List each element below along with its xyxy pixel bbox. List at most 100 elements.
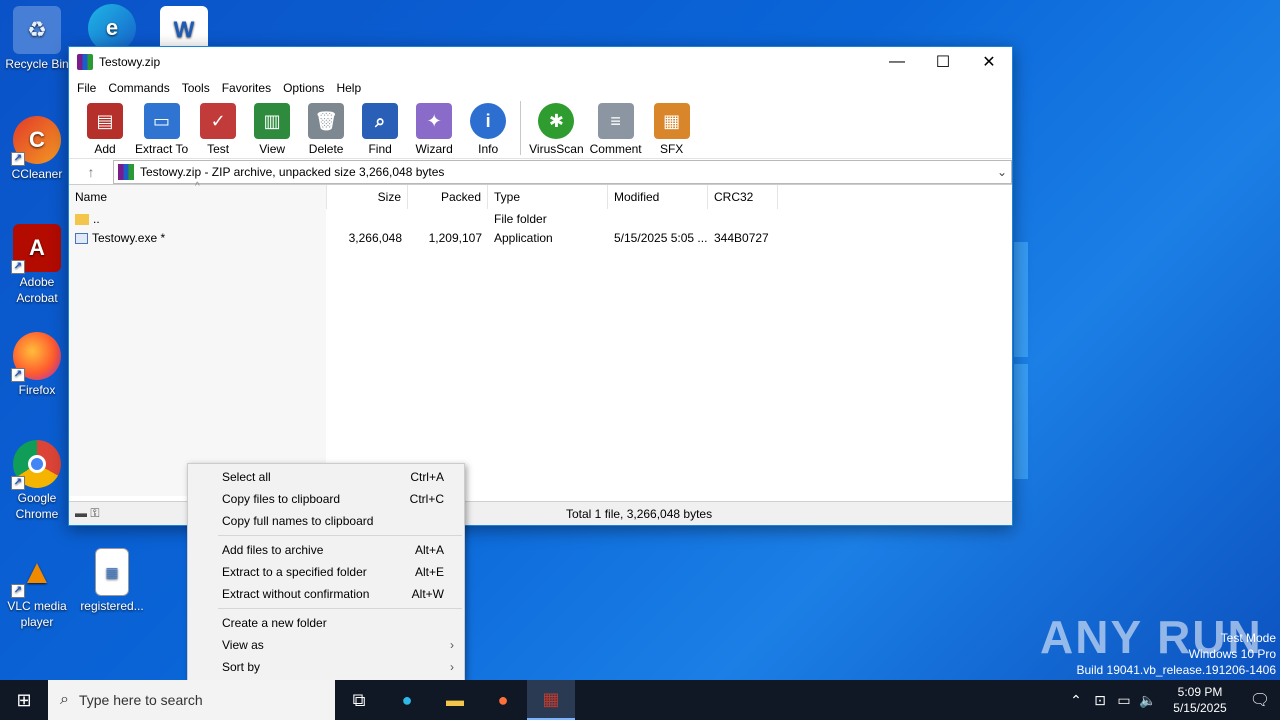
menu-item-extract-without-confirmation[interactable]: Extract without confirmation Alt+W (188, 583, 464, 605)
menu-item-label: View as (222, 638, 264, 652)
toolbar-delete-button[interactable]: 🗑 Delete (302, 99, 350, 156)
task-view-icon[interactable]: ⧉ (335, 680, 383, 720)
ccleaner-icon: C ↗ (11, 116, 61, 166)
desktop-icon-adobe-acrobat[interactable]: A ↗ Adobe Acrobat (1, 224, 73, 306)
close-button[interactable]: ✕ (966, 47, 1012, 77)
chevron-right-icon: › (450, 638, 454, 652)
menu-commands[interactable]: Commands (102, 81, 175, 95)
menu-item-view-as[interactable]: View as › (188, 634, 464, 656)
toolbar-label: Test (207, 142, 230, 156)
shortcut-arrow-icon: ↗ (11, 476, 25, 490)
file-list[interactable]: ^ Name Size Packed Type Modified CRC32 .… (69, 181, 1012, 496)
desktop-icon-label: CCleaner (11, 167, 63, 181)
toolbar-add-button[interactable]: ▤ Add (81, 99, 129, 156)
winrar-taskbar-icon[interactable]: ▦ (527, 680, 575, 720)
menu-item-label: Create a new folder (222, 616, 327, 630)
column-header-type[interactable]: Type (488, 185, 608, 209)
menu-item-label: Sort by (222, 660, 261, 674)
toolbar-wizard-button[interactable]: ✦ Wizard (410, 99, 458, 156)
virusscan-icon: ✱ (538, 103, 575, 139)
wallpaper-light-panel (1014, 364, 1028, 479)
maximize-button[interactable]: ☐ (920, 47, 966, 77)
toolbar-sfx-button[interactable]: ▦ SFX (648, 99, 696, 156)
menu-help[interactable]: Help (330, 81, 367, 95)
search-placeholder: Type here to search (78, 692, 203, 708)
vlc-icon: ▲ ↗ (11, 548, 61, 598)
view-book-icon: ▥ (254, 103, 291, 139)
table-row[interactable]: Testowy.exe * 3,266,048 1,209,107 Applic… (69, 228, 1012, 247)
desktop-icon-recycle-bin[interactable]: ♻ Recycle Bin (1, 6, 73, 72)
menu-item-select-all[interactable]: Select all Ctrl+A (188, 466, 464, 488)
menu-file[interactable]: File (71, 81, 102, 95)
firefox-taskbar-icon[interactable]: ● (479, 680, 527, 720)
desktop-icon-google-chrome[interactable]: ↗ Google Chrome (1, 440, 73, 522)
toolbar-label: Delete (308, 142, 344, 156)
shortcut-arrow-icon: ↗ (11, 368, 25, 382)
toolbar-extract-to-button[interactable]: ▭ Extract To (135, 99, 188, 156)
network-icon[interactable]: ▭ (1112, 692, 1136, 709)
row-size: 3,266,048 (348, 230, 402, 245)
chevron-up-icon[interactable]: ⌃ (1064, 692, 1088, 709)
menu-item-shortcut: Alt+E (414, 565, 444, 579)
desktop-icon-label: Recycle Bin (5, 57, 69, 71)
wizard-wand-icon: ✦ (416, 103, 453, 139)
address-field[interactable]: Testowy.zip - ZIP archive, unpacked size… (113, 159, 1012, 184)
notification-icon[interactable]: 🗨 (1240, 690, 1280, 710)
menu-item-label: Extract without confirmation (222, 587, 370, 601)
trash-icon: 🗑 (308, 103, 345, 139)
clock-time: 5:09 PM (1177, 685, 1223, 699)
toolbar-info-button[interactable]: i Info (464, 99, 512, 156)
desktop-icon-registered-file[interactable]: ▦ registered... (76, 548, 148, 614)
menu-favorites[interactable]: Favorites (216, 81, 277, 95)
desktop-icon-firefox[interactable]: ↗ Firefox (1, 332, 73, 398)
file-explorer-icon[interactable]: ▬ (431, 680, 479, 720)
taskbar-clock[interactable]: 5:09 PM 5/15/2025 (1160, 684, 1240, 716)
find-magnifier-icon: ⌕ (362, 103, 399, 139)
address-bar: ↑ Testowy.zip - ZIP archive, unpacked si… (69, 159, 1012, 185)
column-header-packed[interactable]: Packed (408, 185, 488, 209)
toolbar-test-button[interactable]: ✓ Test (194, 99, 242, 156)
edge-taskbar-icon[interactable]: ● (383, 680, 431, 720)
row-modified: 5/15/2025 5:05 ... (614, 230, 708, 245)
column-header-size[interactable]: Size (327, 185, 408, 209)
menu-item-copy-files[interactable]: Copy files to clipboard Ctrl+C (188, 488, 464, 510)
comment-icon: ≡ (597, 103, 634, 139)
toolbar-view-button[interactable]: ▥ View (248, 99, 296, 156)
security-icon[interactable]: ⊡ (1088, 692, 1112, 709)
minimize-button[interactable]: — (874, 47, 920, 77)
toolbar-find-button[interactable]: ⌕ Find (356, 99, 404, 156)
menu-item-extract-to-folder[interactable]: Extract to a specified folder Alt+E (188, 561, 464, 583)
toolbar-virusscan-button[interactable]: ✱ VirusScan (529, 99, 584, 156)
desktop-icon-label: VLC media player (7, 599, 67, 629)
context-menu: Select all Ctrl+A Copy files to clipboard… (187, 463, 465, 681)
chevron-down-icon[interactable]: ⌄ (993, 165, 1011, 179)
taskbar-search-box[interactable]: ⌕ Type here to search (48, 680, 335, 720)
wallpaper-light-panel (1014, 242, 1028, 357)
menu-tools[interactable]: Tools (176, 81, 216, 95)
up-arrow-icon[interactable]: ↑ (69, 159, 113, 185)
add-icon: ▤ (87, 103, 123, 139)
column-header-modified[interactable]: Modified (608, 185, 708, 209)
menu-item-label: Copy files to clipboard (222, 492, 341, 506)
menu-item-sort-by[interactable]: Sort by › (188, 656, 464, 678)
window-title: Testowy.zip (99, 55, 161, 69)
toolbar-comment-button[interactable]: ≡ Comment (590, 99, 642, 156)
title-bar[interactable]: Testowy.zip — ☐ ✕ (69, 47, 1012, 77)
sort-ascending-icon: ^ (195, 181, 200, 192)
desktop-icon-ccleaner[interactable]: C ↗ CCleaner (1, 116, 73, 182)
desktop-icon-label: Firefox (18, 383, 56, 397)
desktop-icon-vlc[interactable]: ▲ ↗ VLC media player (1, 548, 73, 630)
menu-item-create-folder[interactable]: Create a new folder (188, 612, 464, 634)
table-row[interactable]: .. File folder (69, 209, 1012, 228)
menu-item-label: Extract to a specified folder (222, 565, 367, 579)
windows-start-icon[interactable]: ⊞ (0, 680, 48, 720)
menu-options[interactable]: Options (277, 81, 330, 95)
menu-item-copy-full-names[interactable]: Copy full names to clipboard (188, 510, 464, 532)
winrar-window[interactable]: Testowy.zip — ☐ ✕ File Commands Tools Fa… (68, 46, 1013, 526)
clock-date: 5/15/2025 (1173, 701, 1227, 715)
adobe-acrobat-icon: A ↗ (11, 224, 61, 274)
menu-item-add-files[interactable]: Add files to archive Alt+A (188, 539, 464, 561)
volume-icon[interactable]: 🔈 (1136, 692, 1160, 709)
edge-icon: e (88, 4, 136, 52)
column-header-crc32[interactable]: CRC32 (708, 185, 778, 209)
